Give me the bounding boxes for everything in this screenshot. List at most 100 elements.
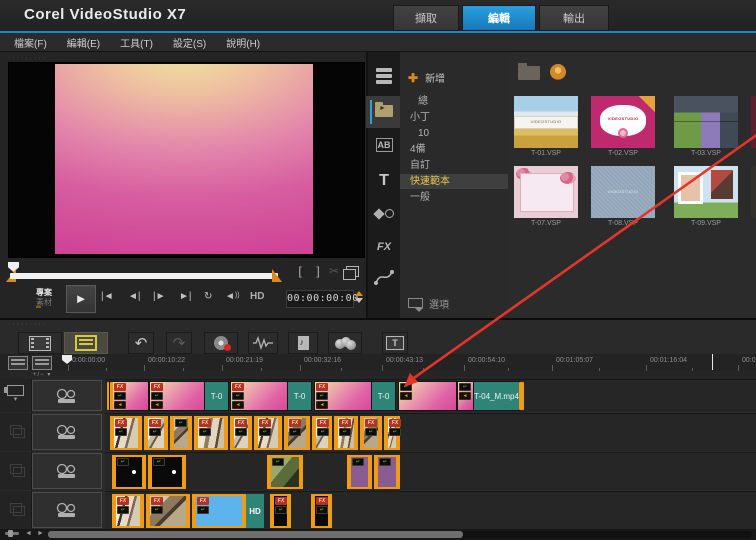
timeline-clip[interactable]: FX↵ [230, 416, 252, 450]
tab-輸出[interactable]: 輸出 [539, 5, 609, 31]
timeline-clip[interactable]: FX↵ [110, 416, 142, 450]
cut-icon[interactable]: ✂ [326, 264, 342, 278]
mark-out-icon[interactable]: ] [310, 264, 326, 278]
template-thumbnail[interactable] [674, 166, 738, 218]
play-button[interactable]: ► [66, 285, 96, 313]
menu-item[interactable]: 工具(T) [120, 35, 153, 50]
camera-list-icon[interactable] [7, 385, 24, 396]
timeline-clip[interactable]: FX↵ [194, 416, 228, 450]
library-folder-4[interactable]: 4備 [400, 142, 508, 157]
timeline-clip[interactable]: ↵ [148, 455, 186, 489]
subtitle-editor-button[interactable]: T [382, 332, 408, 354]
repeat-button[interactable]: ↻ [204, 291, 212, 302]
timeline-clip[interactable]: FX↵◄ [231, 382, 288, 410]
brand-badge-icon[interactable] [550, 64, 566, 80]
volume-button[interactable]: ◄ [225, 291, 240, 302]
library-folder-5[interactable]: 自訂 [400, 158, 508, 173]
timeline-clip[interactable]: FX↵◄ [150, 382, 205, 410]
timeline-clip[interactable]: FX↵ [112, 494, 144, 528]
track-link-icon[interactable] [10, 503, 22, 513]
timeline-clip[interactable]: ↵◄ [399, 382, 456, 410]
jump-start-button[interactable]: |◄ [101, 291, 114, 302]
transition-icon[interactable]: AB [372, 134, 396, 158]
title-icon[interactable]: T [372, 170, 396, 194]
track-lane[interactable]: ↵↵↵↵↵ [105, 452, 756, 490]
video-track-icon-button[interactable] [32, 492, 102, 528]
timeline-clip[interactable]: T-0 [288, 382, 311, 410]
partial-thumbnail[interactable] [751, 96, 756, 148]
video-track-icon-button[interactable] [32, 414, 102, 450]
partial-thumbnail[interactable] [751, 166, 756, 218]
chevron-down-icon[interactable]: ▾ [0, 397, 31, 403]
instant-project-icon[interactable] [370, 100, 396, 124]
timeline-playhead[interactable] [712, 354, 713, 370]
zoom-slider-icon[interactable] [5, 532, 19, 535]
folder-icon[interactable] [518, 66, 540, 80]
template-thumbnail[interactable] [514, 166, 578, 218]
scrub-bar[interactable] [10, 273, 278, 279]
graphic-icon[interactable] [372, 204, 396, 228]
panel-drag-handle[interactable]: ········· [8, 56, 47, 61]
timeline-clip[interactable]: FX↵◄ [110, 382, 148, 410]
timeline-clip[interactable]: T-0 [205, 382, 228, 410]
motion-tracking-button[interactable] [328, 332, 362, 354]
library-folder-6[interactable]: 快速範本 [400, 174, 508, 189]
scroll-left-icon[interactable]: ◄ [25, 530, 32, 537]
timeline-clip[interactable]: T-04_M.mp4 [474, 382, 519, 410]
library-folder-3[interactable]: 10 [400, 126, 508, 141]
timeline-clip[interactable]: FX↵ [192, 494, 246, 528]
track-lane[interactable]: FX↵◄FX↵◄T-0FX↵◄T-0FX↵◄T-0↵◄↵◄T-04_M.mp4 [105, 379, 756, 412]
mark-in-icon[interactable]: [ [292, 264, 308, 278]
timeline-clip[interactable]: ↵ [170, 416, 192, 450]
timeline-clip[interactable]: FX↵ [254, 416, 282, 450]
track-list-icon[interactable] [8, 356, 28, 370]
video-track-icon-button[interactable] [32, 453, 102, 489]
filter-icon[interactable]: FX [372, 236, 396, 260]
mode-clip[interactable]: 素材 [36, 298, 52, 308]
undo-button[interactable]: ↶ [128, 332, 154, 354]
sound-mixer-button[interactable] [248, 332, 278, 354]
timeline-clip[interactable]: ↵◄ [458, 382, 474, 410]
menu-item[interactable]: 檔案(F) [14, 35, 47, 50]
timeline-clip[interactable]: FX↵ [384, 416, 400, 450]
timeline-start-marker[interactable] [62, 355, 72, 364]
redo-button[interactable]: ↷ [166, 332, 192, 354]
timeline-clip[interactable]: ↵ [374, 455, 400, 489]
panel-drag-handle[interactable]: ········· [8, 322, 47, 327]
timeline-clip[interactable]: FX↵ [270, 494, 291, 528]
storyboard-view-button[interactable] [18, 332, 62, 354]
track-lane[interactable]: FX↵FX↵FX↵HDFX↵FX↵ [105, 491, 756, 529]
timeline-clip[interactable]: ↵ [347, 455, 372, 489]
timeline-clip[interactable]: FX↵◄ [315, 382, 372, 410]
template-thumbnail[interactable]: VIDEOSTUDIO [514, 96, 578, 148]
step-up-icon[interactable] [355, 291, 363, 296]
menu-item[interactable]: 設定(S) [173, 35, 206, 50]
track-link-icon[interactable] [10, 425, 22, 435]
prev-frame-button[interactable]: ◄| [128, 291, 141, 302]
trim-handle-right[interactable] [272, 269, 282, 282]
timeline-clip[interactable]: FX↵ [334, 416, 358, 450]
template-thumbnail[interactable] [674, 96, 738, 148]
timeline-clip[interactable]: ↵ [112, 455, 146, 489]
next-frame-button[interactable]: |► [153, 291, 166, 302]
tab-擷取[interactable]: 擷取 [393, 5, 459, 31]
step-down-icon[interactable] [355, 298, 363, 303]
timeline-clip[interactable]: FX↵ [360, 416, 382, 450]
menu-item[interactable]: 編輯(E) [67, 35, 100, 50]
options-button[interactable]: 選項 [408, 296, 449, 311]
timeline-clip[interactable]: HD [246, 494, 264, 528]
scrollbar-thumb[interactable] [48, 531, 463, 538]
timecode-display[interactable]: 00:00:00:00 [286, 290, 354, 308]
tab-編輯[interactable]: 編輯 [462, 5, 536, 31]
menu-item[interactable]: 說明(H) [226, 35, 260, 50]
library-folder-2[interactable]: 小丁 [400, 110, 508, 125]
timeline-clip[interactable]: ↵ [267, 455, 303, 489]
track-lane[interactable]: FX↵FX↵↵FX↵FX↵FX↵FX↵FX↵FX↵FX↵FX↵ [105, 413, 756, 451]
scrollbar-track[interactable] [48, 531, 752, 538]
timeline-clip[interactable]: FX↵ [311, 494, 332, 528]
duplicate-icon[interactable] [346, 266, 359, 277]
timeline-ruler[interactable]: 0:00:00:0000:00:10:2200:00:21:1900:00:32… [0, 354, 756, 372]
template-thumbnail[interactable]: VIDEOSTUDIO [591, 96, 655, 148]
media-icon[interactable] [372, 66, 396, 90]
timeline-clip[interactable]: FX↵ [144, 416, 168, 450]
